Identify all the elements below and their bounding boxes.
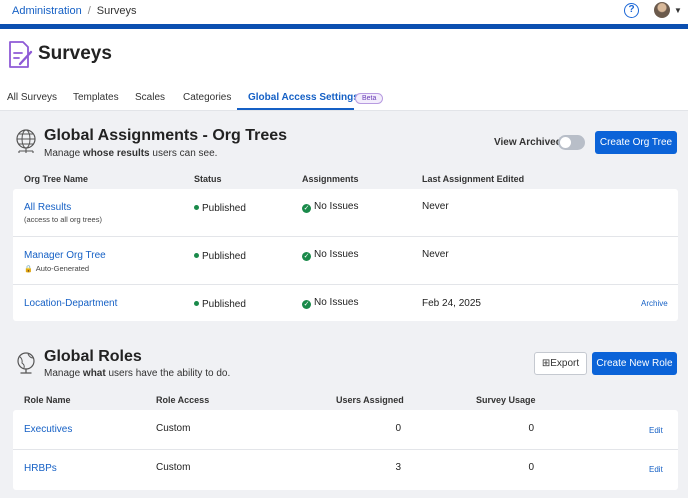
subtitle-text: users have the ability to do. <box>105 368 231 379</box>
tab-scales[interactable]: Scales <box>135 92 165 103</box>
export-label: Export <box>550 358 580 369</box>
tab-global-access-settings[interactable]: Global Access Settings <box>248 92 359 103</box>
toggle-knob <box>560 137 571 148</box>
tab-bar: All Surveys Templates Scales Categories … <box>0 81 688 111</box>
org-tree-name-link[interactable]: Location-Department <box>24 298 117 309</box>
role-name-link[interactable]: Executives <box>24 424 72 435</box>
org-tree-note: (access to all org trees) <box>24 215 102 224</box>
top-bar: Administration / Surveys ? ▼ <box>0 0 688 24</box>
status-text: Published <box>202 251 246 262</box>
status-badge: Published <box>194 251 246 262</box>
assignments-status: ✓ No Issues <box>302 201 358 213</box>
tab-all-surveys[interactable]: All Surveys <box>7 92 57 103</box>
col-header-role-access: Role Access <box>156 395 210 405</box>
col-header-role-name: Role Name <box>24 395 71 405</box>
subtitle-emphasis: whose results <box>82 148 150 159</box>
page-header: Surveys <box>0 29 688 81</box>
users-assigned-value: 0 <box>395 423 401 434</box>
assignments-text: No Issues <box>314 297 359 308</box>
row-divider <box>13 449 678 450</box>
breadcrumb-administration-link[interactable]: Administration <box>12 5 82 17</box>
subtitle-text: users can see. <box>149 148 218 159</box>
status-badge: Published <box>194 203 246 214</box>
breadcrumb: Administration / Surveys <box>12 5 137 17</box>
status-text: Published <box>202 299 246 310</box>
lock-icon: 🔒 <box>24 266 33 273</box>
col-header-org-tree-name: Org Tree Name <box>24 174 89 184</box>
view-archived-toggle[interactable] <box>558 135 585 150</box>
row-divider <box>13 284 678 285</box>
breadcrumb-current: Surveys <box>96 5 137 17</box>
role-access-value: Custom <box>156 462 191 473</box>
row-divider <box>13 236 678 237</box>
status-text: Published <box>202 203 246 214</box>
tab-categories[interactable]: Categories <box>183 92 231 103</box>
survey-usage-value: 0 <box>528 462 534 473</box>
roles-title: Global Roles <box>44 348 142 365</box>
last-edited-value: Feb 24, 2025 <box>422 298 481 309</box>
survey-usage-value: 0 <box>528 423 534 434</box>
avatar[interactable] <box>654 2 670 18</box>
tab-templates[interactable]: Templates <box>73 92 119 103</box>
export-button[interactable]: ⊞Export <box>534 352 587 375</box>
assignments-title: Global Assignments - Org Trees <box>44 127 288 144</box>
chevron-down-icon[interactable]: ▼ <box>674 6 682 15</box>
roles-globe-icon <box>17 352 35 374</box>
status-dot <box>194 301 199 306</box>
check-circle-icon: ✓ <box>302 252 311 261</box>
org-tree-globe-icon <box>16 129 36 153</box>
auto-generated-text: Auto-Generated <box>35 264 90 273</box>
active-tab-indicator <box>237 108 354 110</box>
status-badge: Published <box>194 299 246 310</box>
archive-link[interactable]: Archive <box>641 299 668 308</box>
subtitle-text: Manage <box>44 368 83 379</box>
help-icon[interactable]: ? <box>624 3 639 18</box>
edit-role-link[interactable]: Edit <box>649 426 663 435</box>
subtitle-text: Manage <box>44 148 83 159</box>
last-edited-value: Never <box>422 249 449 260</box>
create-org-tree-button[interactable]: Create Org Tree <box>595 131 677 154</box>
view-archived-label: View Archived <box>494 137 562 148</box>
last-edited-value: Never <box>422 201 449 212</box>
col-header-status: Status <box>194 174 222 184</box>
subtitle-emphasis: what <box>82 368 106 379</box>
col-header-survey-usage: Survey Usage <box>476 395 536 405</box>
org-tree-name-link[interactable]: Manager Org Tree <box>24 250 106 261</box>
assignments-status: ✓ No Issues <box>302 297 358 309</box>
assignments-text: No Issues <box>314 249 359 260</box>
assignments-subtitle: Manage whose results users can see. <box>44 148 217 159</box>
role-name-link[interactable]: HRBPs <box>24 463 57 474</box>
assignments-status: ✓ No Issues <box>302 249 358 261</box>
create-new-role-button[interactable]: Create New Role <box>592 352 677 375</box>
assignments-text: No Issues <box>314 201 359 212</box>
users-assigned-value: 3 <box>395 462 401 473</box>
status-dot <box>194 205 199 210</box>
col-header-users-assigned: Users Assigned <box>336 395 404 405</box>
survey-document-icon <box>9 41 33 68</box>
roles-subtitle: Manage what users have the ability to do… <box>44 368 230 379</box>
status-dot <box>194 253 199 258</box>
col-header-assignments: Assignments <box>302 174 359 184</box>
beta-badge: Beta <box>355 93 384 104</box>
check-circle-icon: ✓ <box>302 204 311 213</box>
roles-table <box>13 410 678 490</box>
org-tree-note: 🔒 Auto-Generated <box>24 264 89 273</box>
edit-role-link[interactable]: Edit <box>649 465 663 474</box>
col-header-last-edited: Last Assignment Edited <box>422 174 525 184</box>
check-circle-icon: ✓ <box>302 300 311 309</box>
page-title: Surveys <box>38 43 112 64</box>
breadcrumb-separator: / <box>87 5 91 17</box>
org-tree-name-link[interactable]: All Results <box>24 202 71 213</box>
export-icon: ⊞ <box>541 358 551 369</box>
role-access-value: Custom <box>156 423 191 434</box>
